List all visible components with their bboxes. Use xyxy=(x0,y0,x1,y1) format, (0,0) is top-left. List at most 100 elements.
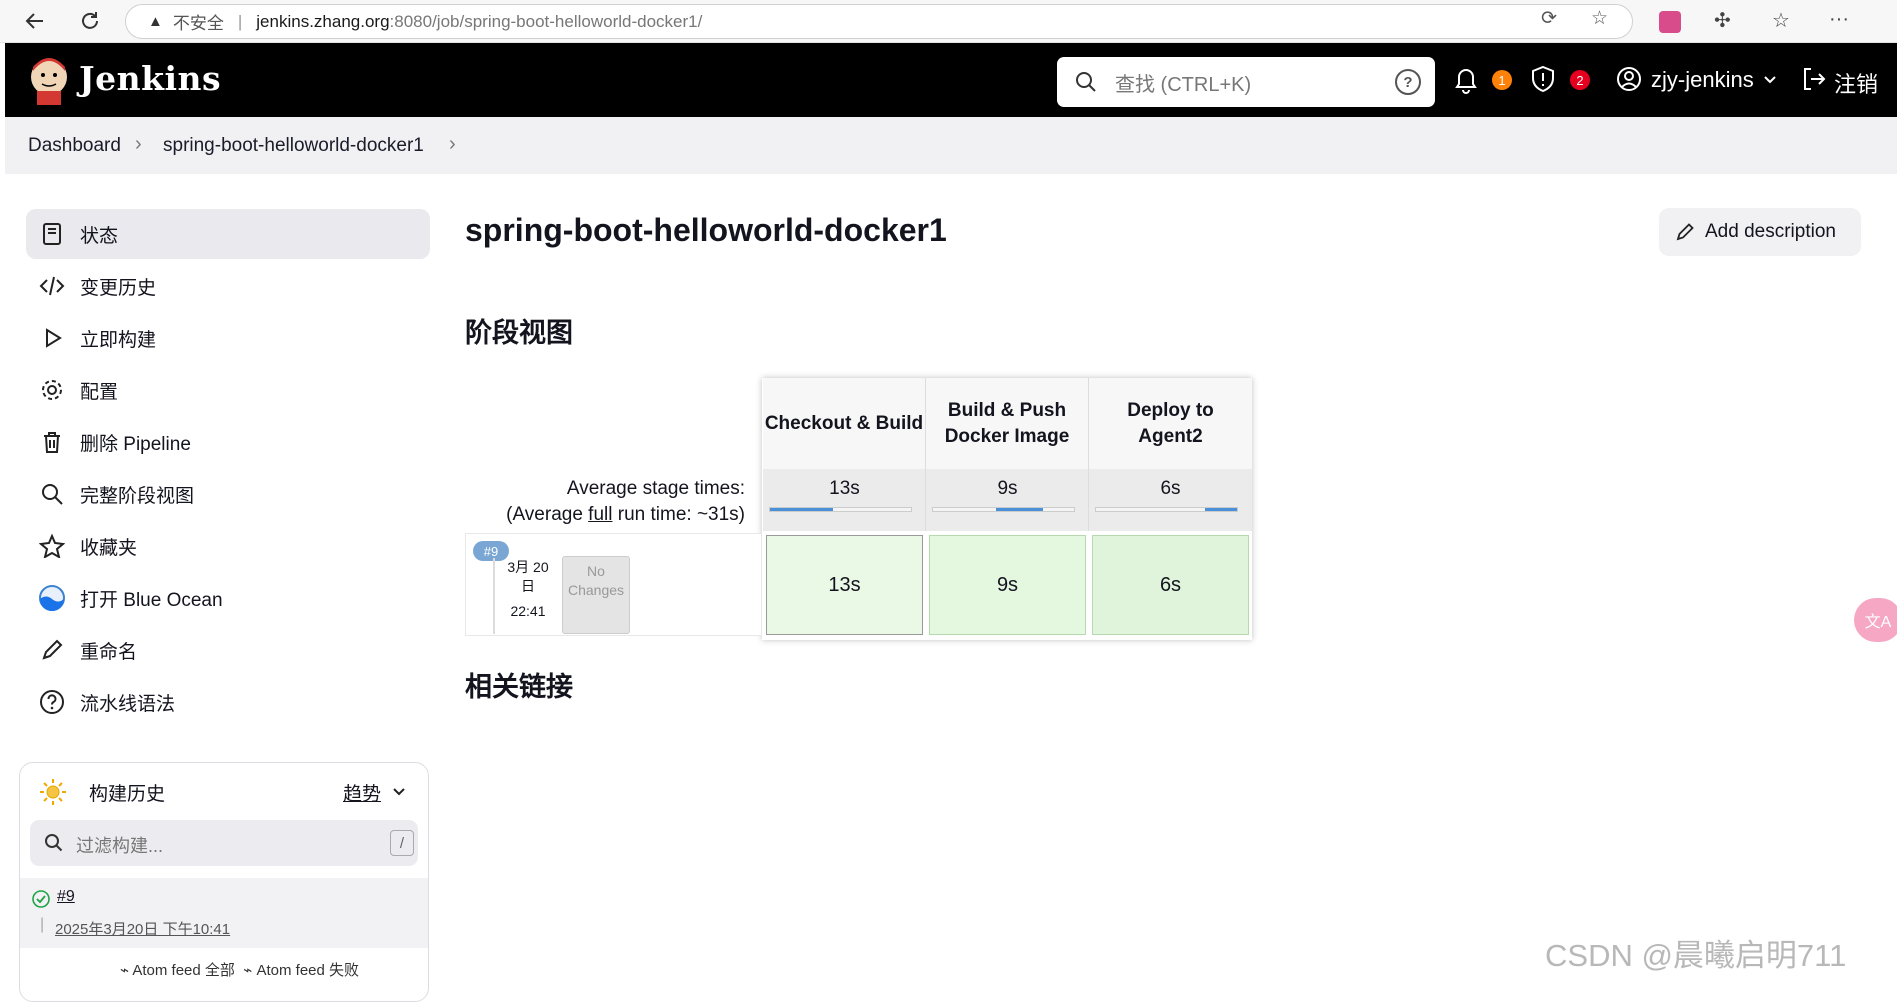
document-icon xyxy=(38,220,66,248)
sidebar-item-label: 立即构建 xyxy=(80,329,157,351)
sidebar-item-rename[interactable]: 重命名 xyxy=(26,625,430,675)
sidebar-item-label: 状态 xyxy=(80,225,119,247)
security-badge: 2 xyxy=(1570,70,1590,90)
jenkins-brand[interactable]: Jenkins xyxy=(79,59,221,98)
pencil-icon xyxy=(1676,223,1694,241)
sidebar-item-build-now[interactable]: 立即构建 xyxy=(26,313,430,363)
warning-icon: ▲ xyxy=(148,13,163,30)
bell-icon[interactable] xyxy=(1452,64,1480,94)
sidebar-item-changes[interactable]: 变更历史 xyxy=(26,261,430,311)
avg-progress-bar xyxy=(769,507,912,512)
user-avatar-icon[interactable] xyxy=(1615,65,1643,93)
sun-icon xyxy=(40,779,66,805)
breadcrumb-separator-icon: › xyxy=(135,133,142,155)
avg-progress-bar xyxy=(1095,507,1238,512)
search-icon xyxy=(45,834,63,852)
search-box[interactable]: 查找 (CTRL+K) ? xyxy=(1057,57,1435,107)
avg-progress-bar xyxy=(932,507,1075,512)
build-filter-input[interactable]: 过滤构建... / xyxy=(30,820,418,866)
sidebar-item-label: 打开 Blue Ocean xyxy=(80,589,223,611)
breadcrumb-chevron-icon[interactable]: › xyxy=(449,133,456,156)
rss-icon: ⌁ xyxy=(120,962,130,979)
avg-stage-times-label: Average stage times: xyxy=(566,478,745,499)
avg-run-time-label: (Average full run time: ~31s) xyxy=(506,504,745,525)
stage-cell-checkout[interactable]: 13s xyxy=(766,535,923,635)
success-check-icon xyxy=(32,890,50,908)
no-changes-box[interactable]: No Changes xyxy=(562,556,630,634)
page-title: spring-boot-helloworld-docker1 xyxy=(465,212,947,248)
sidebar-item-status[interactable]: 状态 xyxy=(26,209,430,259)
code-icon xyxy=(38,272,66,300)
search-icon xyxy=(38,480,66,508)
star-icon xyxy=(38,532,66,560)
favorite-star-icon[interactable]: ☆ xyxy=(1591,7,1608,30)
build-date-link[interactable]: 2025年3月20日 下午10:41 xyxy=(55,918,230,939)
logout-link[interactable]: 注销 xyxy=(1834,67,1878,99)
breadcrumb-dashboard[interactable]: Dashboard xyxy=(28,135,121,157)
translate-float-icon[interactable]: 文A xyxy=(1854,598,1897,642)
sidebar-item-pipeline-syntax[interactable]: 流水线语法 xyxy=(26,677,430,727)
translate-extension-icon[interactable] xyxy=(1659,11,1681,33)
build-number-link[interactable]: #9 xyxy=(57,888,75,906)
stage-avg-deploy: 6s xyxy=(1089,469,1252,531)
trend-link[interactable]: 趋势 xyxy=(343,779,381,806)
more-icon[interactable]: ··· xyxy=(1829,8,1849,31)
stage-view-heading: 阶段视图 xyxy=(465,318,573,348)
jenkins-logo-icon[interactable] xyxy=(29,55,69,105)
search-placeholder: 查找 (CTRL+K) xyxy=(1115,73,1252,96)
sidebar-item-label: 收藏夹 xyxy=(80,537,138,559)
help-icon xyxy=(38,688,66,716)
blue-ocean-icon xyxy=(38,584,66,612)
back-icon[interactable] xyxy=(20,6,50,36)
user-menu[interactable]: zjy-jenkins xyxy=(1651,67,1754,93)
chevron-down-icon[interactable] xyxy=(391,785,407,799)
sidebar-item-delete-pipeline[interactable]: 删除 Pipeline xyxy=(26,417,430,467)
stage-avg-build-push: 9s xyxy=(926,469,1089,531)
full-run-time-link[interactable]: full xyxy=(588,504,612,525)
sidebar-item-label: 完整阶段视图 xyxy=(80,485,195,507)
read-aloud-icon[interactable]: ⟳ xyxy=(1541,7,1557,30)
breadcrumb-job[interactable]: spring-boot-helloworld-docker1 xyxy=(163,135,424,157)
logout-icon[interactable] xyxy=(1800,65,1828,93)
add-description-label: Add description xyxy=(1705,221,1836,242)
build-history-row[interactable]: #9 | 2025年3月20日 下午10:41 xyxy=(20,878,428,948)
sidebar-item-label: 配置 xyxy=(80,381,119,403)
stage-cell-build-push[interactable]: 9s xyxy=(929,535,1086,635)
build-history-title: 构建历史 xyxy=(89,784,166,805)
favorites-icon[interactable]: ☆ xyxy=(1772,8,1790,33)
add-description-button[interactable]: Add description xyxy=(1659,208,1861,256)
build-history-panel: 构建历史 趋势 过滤构建... / #9 | 2025年3月20日 下午10:4… xyxy=(19,762,429,1002)
sidebar-item-label: 变更历史 xyxy=(80,277,157,299)
browser-toolbar: ▲ 不安全 | jenkins.zhang.org:8080/job/sprin… xyxy=(0,0,1897,43)
atom-feed-failed-link[interactable]: Atom feed 失败 xyxy=(256,962,359,979)
url-host: jenkins.zhang.org xyxy=(256,11,390,31)
notifications-badge: 1 xyxy=(1492,70,1512,90)
watermark: CSDN @晨曦启明711 xyxy=(1545,938,1847,973)
search-help-icon[interactable]: ? xyxy=(1395,69,1421,95)
stage-header-deploy: Deploy to Agent2 xyxy=(1089,378,1252,469)
sidebar-item-label: 流水线语法 xyxy=(80,693,176,715)
jenkins-header: Jenkins 查找 (CTRL+K) ? 1 2 zjy-jenkins 注销 xyxy=(5,43,1897,117)
pencil-icon xyxy=(38,636,66,664)
sidebar-item-full-stage-view[interactable]: 完整阶段视图 xyxy=(26,469,430,519)
search-icon xyxy=(1076,72,1096,92)
atom-feeds: ⌁ Atom feed 全部 ⌁ Atom feed 失败 xyxy=(120,959,359,980)
gear-icon xyxy=(38,376,66,404)
sidebar-item-blue-ocean[interactable]: 打开 Blue Ocean xyxy=(26,573,430,623)
shield-icon[interactable] xyxy=(1529,64,1557,94)
stage-cell-deploy[interactable]: 6s xyxy=(1092,535,1249,635)
trash-icon xyxy=(38,428,66,456)
chevron-down-icon[interactable] xyxy=(1762,73,1778,87)
address-bar[interactable]: ▲ 不安全 | jenkins.zhang.org:8080/job/sprin… xyxy=(125,4,1633,39)
reload-icon[interactable] xyxy=(75,6,105,36)
security-label: 不安全 xyxy=(172,14,224,33)
sidebar-item-favorites[interactable]: 收藏夹 xyxy=(26,521,430,571)
breadcrumb: Dashboard › spring-boot-helloworld-docke… xyxy=(5,117,1897,174)
filter-placeholder: 过滤构建... xyxy=(76,836,164,856)
stage-header-build-push: Build & Push Docker Image xyxy=(926,378,1089,469)
related-links-heading: 相关链接 xyxy=(465,672,573,702)
url-path: :8080/job/spring-boot-helloworld-docker1… xyxy=(389,11,703,31)
atom-feed-all-link[interactable]: Atom feed 全部 xyxy=(132,962,235,979)
sidebar-item-configure[interactable]: 配置 xyxy=(26,365,430,415)
extensions-icon[interactable]: ✣ xyxy=(1714,8,1731,33)
